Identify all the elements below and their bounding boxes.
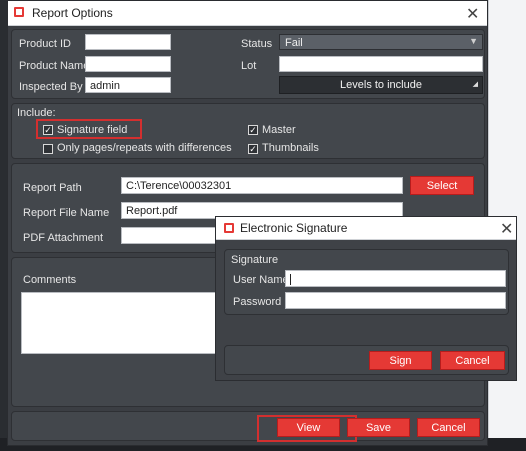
- close-icon[interactable]: ✕: [466, 4, 479, 24]
- dialog-title: Electronic Signature: [240, 221, 348, 235]
- user-name-label: User Name: [233, 274, 289, 286]
- cancel-button[interactable]: Cancel: [417, 418, 480, 437]
- report-file-name-label: Report File Name: [23, 207, 110, 219]
- product-name-label: Product Name: [19, 60, 90, 72]
- window-titlebar: Report Options ✕: [8, 1, 487, 26]
- only-pages-label: Only pages/repeats with differences: [57, 142, 232, 154]
- view-button[interactable]: View: [277, 418, 340, 437]
- lot-label: Lot: [241, 60, 257, 72]
- master-label: Master: [262, 124, 296, 136]
- signature-field-label: Signature field: [57, 124, 128, 136]
- product-id-input[interactable]: [85, 34, 171, 50]
- master-checkbox[interactable]: ✓: [248, 125, 258, 135]
- dialog-cancel-button[interactable]: Cancel: [440, 351, 505, 370]
- status-value: Fail: [285, 37, 303, 49]
- signature-group: Signature User Name Password: [224, 249, 509, 315]
- password-input[interactable]: [285, 292, 506, 309]
- dialog-titlebar: Electronic Signature ✕: [216, 217, 516, 240]
- comments-label: Comments: [23, 274, 77, 286]
- comments-textarea[interactable]: [21, 292, 221, 354]
- thumbnails-checkbox[interactable]: ✓: [248, 144, 258, 154]
- corner-arrow-icon: ◢: [472, 81, 478, 88]
- select-button[interactable]: Select: [410, 176, 474, 195]
- report-path-label: Report Path: [23, 182, 82, 194]
- report-path-input[interactable]: C:\Terence\00032301: [121, 177, 403, 194]
- thumbnails-label: Thumbnails: [262, 142, 319, 154]
- pdf-attachment-label: PDF Attachment: [23, 232, 104, 244]
- dialog-footer: Sign Cancel: [224, 345, 509, 375]
- sign-button[interactable]: Sign: [369, 351, 432, 370]
- signature-group-label: Signature: [231, 254, 279, 266]
- product-name-input[interactable]: [85, 56, 171, 72]
- only-pages-checkbox[interactable]: [43, 144, 53, 154]
- include-title: Include:: [17, 107, 56, 119]
- lot-input[interactable]: [279, 56, 483, 72]
- footer-panel: View Save Cancel: [11, 411, 485, 442]
- chevron-down-icon: ▼: [469, 36, 478, 46]
- inspected-by-input[interactable]: admin: [85, 77, 171, 93]
- pdf-attachment-input[interactable]: [121, 227, 221, 244]
- product-id-label: Product ID: [19, 38, 71, 50]
- signature-field-checkbox[interactable]: ✓: [43, 125, 53, 135]
- window-title: Report Options: [32, 6, 113, 20]
- status-label: Status: [241, 38, 273, 50]
- product-info-panel: Product ID Status Fail ▼ Product Name Lo…: [11, 29, 485, 99]
- text-cursor: [290, 273, 291, 285]
- status-select[interactable]: Fail ▼: [279, 34, 483, 50]
- electronic-signature-dialog: Electronic Signature ✕ Signature User Na…: [215, 216, 517, 381]
- user-name-input[interactable]: [285, 270, 506, 287]
- dialog-close-icon[interactable]: ✕: [500, 219, 513, 239]
- levels-to-include-button[interactable]: Levels to include ◢: [279, 76, 483, 94]
- include-panel: Include: ✓ Signature field Only pages/re…: [11, 103, 485, 159]
- dialog-app-icon: [224, 223, 234, 233]
- app-icon: [14, 7, 24, 17]
- inspected-by-label: Inspected By: [19, 81, 83, 93]
- save-button[interactable]: Save: [347, 418, 410, 437]
- levels-to-include-label: Levels to include: [340, 79, 422, 91]
- password-label: Password: [233, 296, 282, 308]
